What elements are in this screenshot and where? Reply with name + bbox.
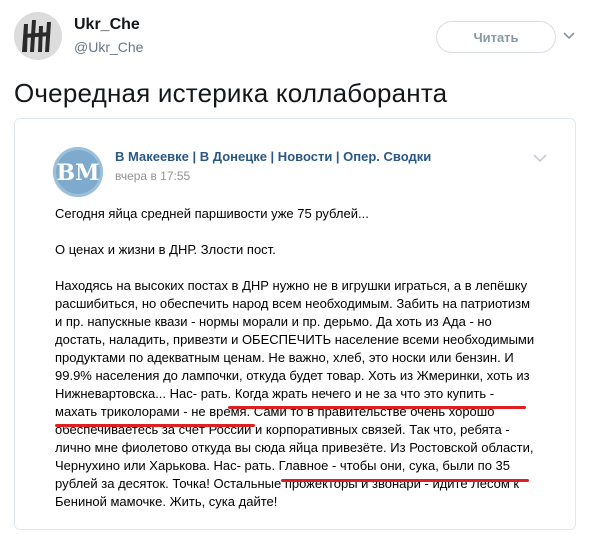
post-line: Находясь на высоких постах в ДНР нужно н… — [55, 278, 528, 293]
post-line: продуктами по адекватным ценам. Не важно… — [55, 350, 514, 365]
post-line: и пр. напускные квази - нормы морали и п… — [55, 314, 492, 329]
post-line: Сегодня яйца средней паршивости уже 75 р… — [55, 206, 369, 221]
tweet-text: Очередная истерика коллаборанта — [14, 78, 448, 108]
post-time: вчера в 17:55 — [115, 169, 191, 183]
embedded-image: ВМ В Макеевке | В Донецке | Новости | Оп… — [14, 118, 576, 530]
post-line: достать, наладить, привезти и ОБЕСПЕЧИТЬ… — [55, 332, 535, 347]
group-avatar: ВМ — [53, 147, 103, 197]
post-line: Бениной мамочке. Жить, сука дайте! — [55, 494, 278, 509]
author-handle[interactable]: @Ukr_Che — [74, 39, 143, 55]
post-line: О ценах и жизни в ДНР. Злости пост. — [55, 242, 276, 257]
highlight-underline — [228, 406, 526, 409]
group-name: В Макеевке | В Донецке | Новости | Опер.… — [115, 149, 432, 164]
author-name[interactable]: Ukr_Che — [74, 16, 140, 34]
author-avatar[interactable] — [14, 12, 62, 60]
post-line: расшибиться, но обеспечить народ всем не… — [55, 296, 531, 311]
post-line: 99.9% населения до лампочки, откуда буде… — [55, 368, 530, 383]
post-line: Нижневартовска... Нас- рать. Когда жрать… — [55, 386, 495, 401]
post-body: Сегодня яйца средней паршивости уже 75 р… — [55, 205, 565, 511]
highlight-underline — [281, 479, 529, 482]
post-line: лично мне фиолетово откуда вы сюда яйца … — [55, 440, 534, 455]
tweet-header: Ukr_Che @Ukr_Che Читать — [14, 12, 576, 62]
post-line: рублей за десяток. Точка! Остальные прож… — [55, 476, 520, 491]
chevron-down-icon[interactable] — [562, 28, 576, 42]
chevron-down-icon — [533, 154, 547, 163]
highlight-underline — [55, 424, 255, 427]
svg-text:ВМ: ВМ — [57, 160, 100, 186]
follow-button[interactable]: Читать — [436, 21, 556, 53]
post-line: Чернухино или Харькова. Нас- рать. Главн… — [55, 458, 511, 473]
